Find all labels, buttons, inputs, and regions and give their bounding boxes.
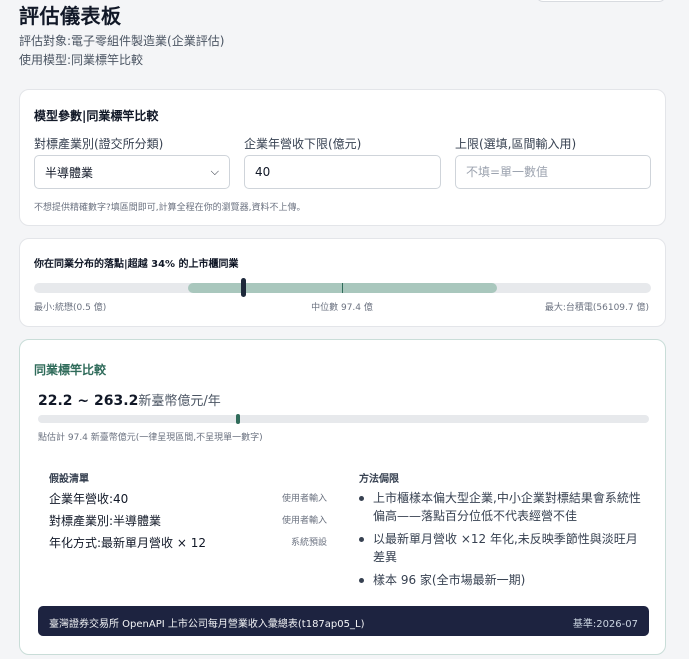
assumption-row: 企業年營收:40 使用者輸入 [49,490,327,512]
benchmark-range: 22.2 ~ 263.2新臺幣億元/年 [38,390,221,409]
benchmark-range-value: 22.2 ~ 263.2 [38,393,139,409]
top-action-button[interactable] [536,0,666,2]
industry-select-value: 半導體業 [45,165,94,180]
assumption-label: 企業年營收:40 [49,492,129,506]
assumption-label: 對標產業別:半導體業 [49,514,162,528]
revenue-lower-label: 企業年營收下限(億元) [244,137,362,151]
list-item: 上市櫃樣本偏大型企業,中小企業對標結果會系統性偏高——落點百分位低不代表經營不佳 [356,489,646,525]
benchmark-card: 同業標竿比較 22.2 ~ 263.2新臺幣億元/年 點估計 97.4 新臺幣億… [19,339,666,655]
data-source: 臺灣證券交易所 OpenAPI 上市公司每月營業收入彙總表(t187ap05_L… [49,619,365,630]
model-params-card: 模型參數|同業標竿比較 對標產業別(證交所分類) 企業年營收下限(億元) 上限(… [19,89,666,226]
distribution-card: 你在同業分布的落點|超越 34% 的上市櫃同業 最小:統懋(0.5 億) 中位數… [19,238,666,327]
min-label: 最小:統懋(0.5 億) [34,303,107,313]
model-used: 使用模型:同業標竿比較 [19,53,144,67]
industry-label: 對標產業別(證交所分類) [34,137,164,151]
benchmark-marker [236,414,240,424]
benchmark-track [38,415,649,423]
median-label: 中位數 97.4 億 [311,303,373,313]
list-item: 以最新單月營收 ×12 年化,未反映季節性與淡旺月差異 [356,530,646,566]
revenue-lower-input[interactable] [244,155,441,189]
params-title: 模型參數|同業標竿比較 [34,109,159,123]
data-source-bar: 臺灣證券交易所 OpenAPI 上市公司每月營業收入彙總表(t187ap05_L… [38,606,649,636]
position-marker [241,278,246,297]
benchmark-note: 點估計 97.4 新臺幣億元(一律呈現區間,不呈現單一數字) [38,433,263,443]
page-title: 評估儀表板 [19,4,122,28]
limit-text: 上市櫃樣本偏大型企業,中小企業對標結果會系統性偏高——落點百分位低不代表經營不佳 [373,491,641,523]
evaluation-target: 評估對象:電子零組件製造業(企業評估) [19,34,225,48]
benchmark-unit: 新臺幣億元/年 [138,394,221,409]
assumption-source: 使用者輸入 [281,516,327,526]
assumption-label: 年化方式:最新單月營收 × 12 [49,536,206,550]
max-label: 最大:台積電(56109.7 億) [544,303,649,313]
privacy-note: 不想提供精確數字?填區間即可,計算全程在你的瀏覽器,資料不上傳。 [34,203,306,213]
distribution-title: 你在同業分布的落點|超越 34% 的上市櫃同業 [34,259,239,270]
assumptions-title: 假設清單 [49,474,89,485]
limits-title: 方法侷限 [359,474,399,485]
data-date: 基準:2026-07 [572,619,638,630]
limit-text: 以最新單月營收 ×12 年化,未反映季節性與淡旺月差異 [373,532,638,564]
list-item: 樣本 96 家(全市場最新一期) [356,571,646,589]
chevron-down-icon: ⌵ [210,165,219,178]
limit-text: 樣本 96 家(全市場最新一期) [373,573,526,587]
assumption-row: 年化方式:最新單月營收 × 12 系統預設 [49,534,327,556]
bullet-icon [359,537,364,542]
bullet-icon [359,496,364,501]
assumption-row: 對標產業別:半導體業 使用者輸入 [49,512,327,534]
assumption-source: 系統預設 [290,538,327,548]
bullet-icon [359,578,364,583]
benchmark-title: 同業標竿比較 [34,363,107,377]
limits-list: 上市櫃樣本偏大型企業,中小企業對標結果會系統性偏高——落點百分位低不代表經營不佳… [356,489,646,594]
revenue-upper-input[interactable] [455,155,651,189]
median-tick [342,283,343,293]
revenue-upper-label: 上限(選填,區間輸入用) [455,137,577,151]
industry-select[interactable]: 半導體業 ⌵ [34,155,230,189]
assumption-source: 使用者輸入 [281,494,327,504]
